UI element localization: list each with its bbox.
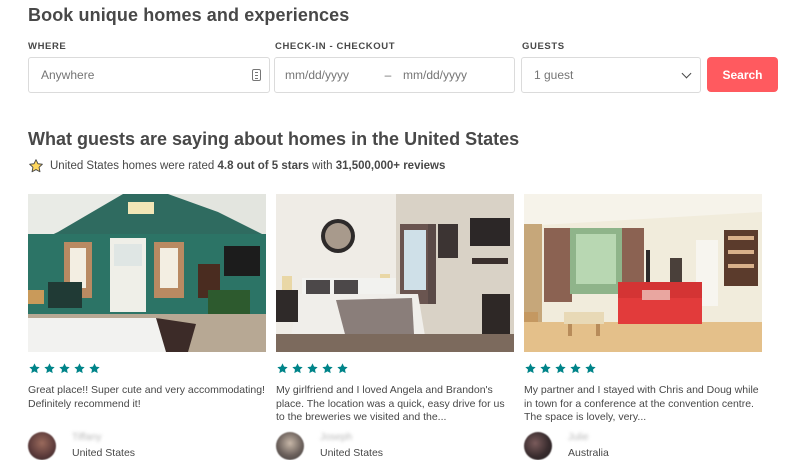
date-separator: – <box>384 68 392 82</box>
where-field[interactable] <box>28 57 270 93</box>
star-icon <box>29 363 40 374</box>
star-rating <box>28 362 266 375</box>
star-badge-icon <box>29 159 43 173</box>
review-card[interactable]: My girlfriend and I loved Angela and Bra… <box>276 194 514 460</box>
list-icon <box>252 69 261 81</box>
review-text: My partner and I stayed with Chris and D… <box>524 384 759 423</box>
star-rating <box>276 362 514 375</box>
listing-photo[interactable] <box>524 194 762 352</box>
review-count: 31,500,000+ reviews <box>335 160 446 172</box>
avatar[interactable] <box>524 432 552 460</box>
search-button[interactable]: Search <box>707 57 778 92</box>
star-icon <box>307 363 318 374</box>
star-icon <box>59 363 70 374</box>
guests-value: 1 guest <box>534 68 574 82</box>
star-icon <box>555 363 566 374</box>
star-icon <box>89 363 100 374</box>
star-icon <box>585 363 596 374</box>
star-icon <box>322 363 333 374</box>
star-icon <box>44 363 55 374</box>
reviewer-location: United States <box>72 447 136 459</box>
avatar[interactable] <box>28 432 56 460</box>
rating-prefix: United States homes were rated <box>50 160 215 172</box>
reviews-section-title: What guests are saying about homes in th… <box>28 129 520 149</box>
reviewer: Joseph United States <box>276 432 514 460</box>
review-text: Great place!! Super cute and very accomm… <box>28 384 265 410</box>
review-card[interactable]: Great place!! Super cute and very accomm… <box>28 194 266 460</box>
checkout-input[interactable]: mm/dd/yyyy <box>403 68 491 82</box>
listing-photo[interactable] <box>28 194 266 352</box>
guests-select[interactable]: 1 guest <box>521 57 701 93</box>
reviewer-location: United States <box>320 447 384 459</box>
star-icon <box>277 363 288 374</box>
dates-field[interactable]: mm/dd/yyyy – mm/dd/yyyy <box>274 57 515 93</box>
guests-label: GUESTS <box>522 41 565 52</box>
star-rating <box>524 362 762 375</box>
rating-middle: with <box>312 160 333 172</box>
star-icon <box>337 363 348 374</box>
star-icon <box>525 363 536 374</box>
review-card[interactable]: My partner and I stayed with Chris and D… <box>524 194 762 460</box>
star-icon <box>540 363 551 374</box>
listing-photo[interactable] <box>276 194 514 352</box>
reviewer: Julie Australia <box>524 432 762 460</box>
review-text: My girlfriend and I loved Angela and Bra… <box>276 384 505 423</box>
star-icon <box>570 363 581 374</box>
reviewer-name[interactable]: Tiffany <box>72 432 135 444</box>
reviewer: Tiffany United States <box>28 432 266 460</box>
page-title: Book unique homes and experiences <box>28 5 350 25</box>
checkin-input[interactable]: mm/dd/yyyy <box>285 68 373 82</box>
reviewer-location: Australia <box>568 447 609 459</box>
rating-value: 4.8 out of 5 stars <box>217 160 309 172</box>
where-input[interactable] <box>41 68 241 82</box>
where-label: WHERE <box>28 41 67 52</box>
star-icon <box>74 363 85 374</box>
star-icon <box>292 363 303 374</box>
dates-label: CHECK-IN - CHECKOUT <box>275 41 396 52</box>
avatar[interactable] <box>276 432 304 460</box>
reviewer-name[interactable]: Julie <box>568 432 609 444</box>
chevron-down-icon <box>681 68 692 78</box>
reviewer-name[interactable]: Joseph <box>320 432 383 444</box>
rating-summary: United States homes were rated 4.8 out o… <box>28 158 445 174</box>
